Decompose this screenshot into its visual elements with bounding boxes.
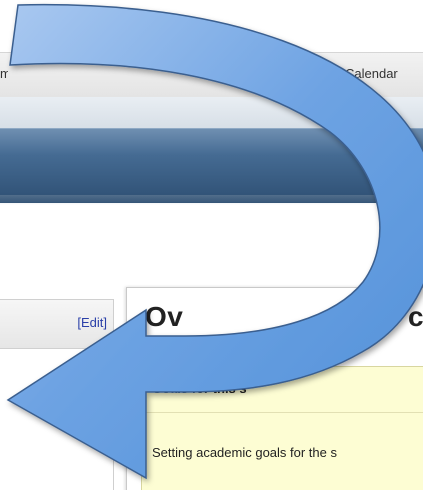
screenshot-stage: me Calendar [Edit] Ov c Goals for this s… — [0, 0, 423, 490]
tab-partial-left[interactable]: me — [0, 66, 8, 81]
edit-link[interactable]: [Edit] — [77, 315, 107, 330]
left-panel-header: [Edit] — [0, 299, 113, 349]
main-panel: Ov c Goals for this s Setting academic g… — [126, 287, 423, 490]
tab-calendar[interactable]: Calendar — [345, 66, 398, 81]
goals-divider — [142, 412, 423, 413]
goals-header: Goals for this s — [152, 381, 247, 396]
top-tab-strip: me Calendar — [0, 52, 423, 98]
page-title: Ov — [145, 301, 184, 332]
header-banner — [0, 128, 423, 203]
goals-box: Goals for this s Setting academic goals … — [141, 366, 423, 490]
left-panel: [Edit] — [0, 299, 114, 490]
banner-shadow — [0, 195, 423, 205]
page-title-fragment: c — [408, 301, 423, 332]
subheader-band — [0, 97, 423, 128]
goals-text: Setting academic goals for the s — [152, 445, 337, 460]
